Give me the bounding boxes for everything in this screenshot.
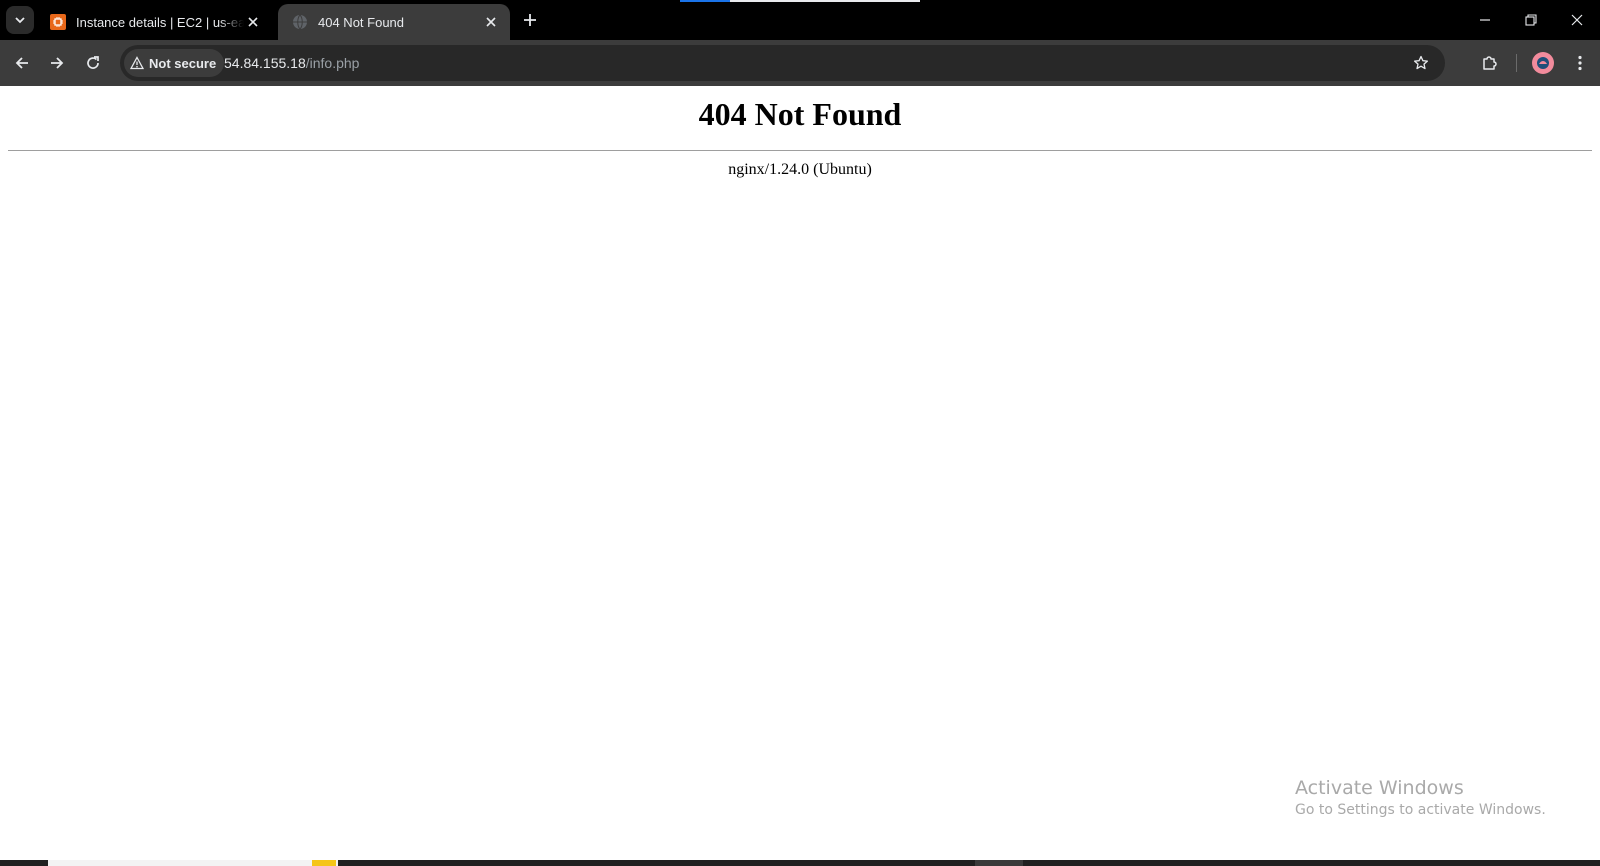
tab-strip: Instance details | EC2 | us-east-1 404 N… <box>0 0 1600 40</box>
watermark-title: Activate Windows <box>1295 777 1464 799</box>
page-content: 404 Not Found nginx/1.24.0 (Ubuntu) Acti… <box>0 86 1600 860</box>
browser-menu-button[interactable] <box>1566 49 1594 77</box>
close-icon <box>1571 14 1583 26</box>
loading-indicator <box>680 0 730 2</box>
profile-avatar-button[interactable] <box>1532 52 1554 74</box>
server-signature: nginx/1.24.0 (Ubuntu) <box>728 161 872 178</box>
tab-instance-details[interactable]: Instance details | EC2 | us-east-1 <box>36 4 272 40</box>
close-icon <box>486 17 496 27</box>
url-text[interactable]: 54.84.155.18/info.php <box>224 45 359 81</box>
page-heading: 404 Not Found <box>698 96 902 132</box>
minimize-button[interactable] <box>1462 0 1508 40</box>
globe-icon <box>293 14 307 30</box>
close-tab-button[interactable] <box>482 13 500 31</box>
taskbar-search-box[interactable] <box>48 860 338 866</box>
taskbar-active-app[interactable] <box>975 860 1023 866</box>
plus-icon <box>524 14 536 26</box>
browser-toolbar: Not secure 54.84.155.18/info.php <box>0 40 1600 86</box>
windows-activation-watermark: Activate Windows Go to Settings to activ… <box>1295 776 1546 820</box>
tab-search-button[interactable] <box>6 6 34 34</box>
reload-icon <box>87 56 99 69</box>
site-security-chip[interactable]: Not secure <box>124 49 225 77</box>
tab-title: 404 Not Found <box>318 14 405 30</box>
reload-button[interactable] <box>79 49 107 77</box>
warning-triangle-icon <box>130 56 144 70</box>
taskbar <box>0 860 1600 866</box>
watermark-subtitle: Go to Settings to activate Windows. <box>1295 802 1546 818</box>
minimize-icon <box>1480 19 1490 21</box>
restore-button[interactable] <box>1508 0 1554 40</box>
security-label: Not secure <box>149 55 217 71</box>
url-path: /info.php <box>305 55 360 71</box>
tab-404-not-found[interactable]: 404 Not Found <box>278 4 510 40</box>
aws-ec2-icon <box>50 14 66 30</box>
chevron-down-icon <box>15 17 25 24</box>
avatar-icon <box>1537 57 1549 69</box>
close-window-button[interactable] <box>1554 0 1600 40</box>
address-bar[interactable]: Not secure 54.84.155.18/info.php <box>120 45 1445 81</box>
restore-icon <box>1525 14 1537 26</box>
back-button[interactable] <box>8 49 36 77</box>
url-host: 54.84.155.18 <box>224 55 306 71</box>
extensions-button[interactable] <box>1476 49 1504 77</box>
arrow-right-icon <box>51 57 64 69</box>
taskbar-app-icon[interactable] <box>312 860 336 866</box>
divider <box>8 150 1592 151</box>
bookmark-button[interactable] <box>1407 49 1435 77</box>
loading-indicator-track <box>730 0 920 2</box>
close-icon <box>248 17 258 27</box>
more-vertical-icon <box>1578 55 1582 71</box>
toolbar-divider <box>1516 54 1517 72</box>
puzzle-icon <box>1483 56 1497 70</box>
close-tab-button[interactable] <box>244 13 262 31</box>
forward-button[interactable] <box>43 49 71 77</box>
star-icon <box>1413 55 1429 70</box>
arrow-left-icon <box>15 57 28 69</box>
tab-title: Instance details | EC2 | us-east-1 <box>76 14 244 30</box>
new-tab-button[interactable] <box>518 8 542 32</box>
